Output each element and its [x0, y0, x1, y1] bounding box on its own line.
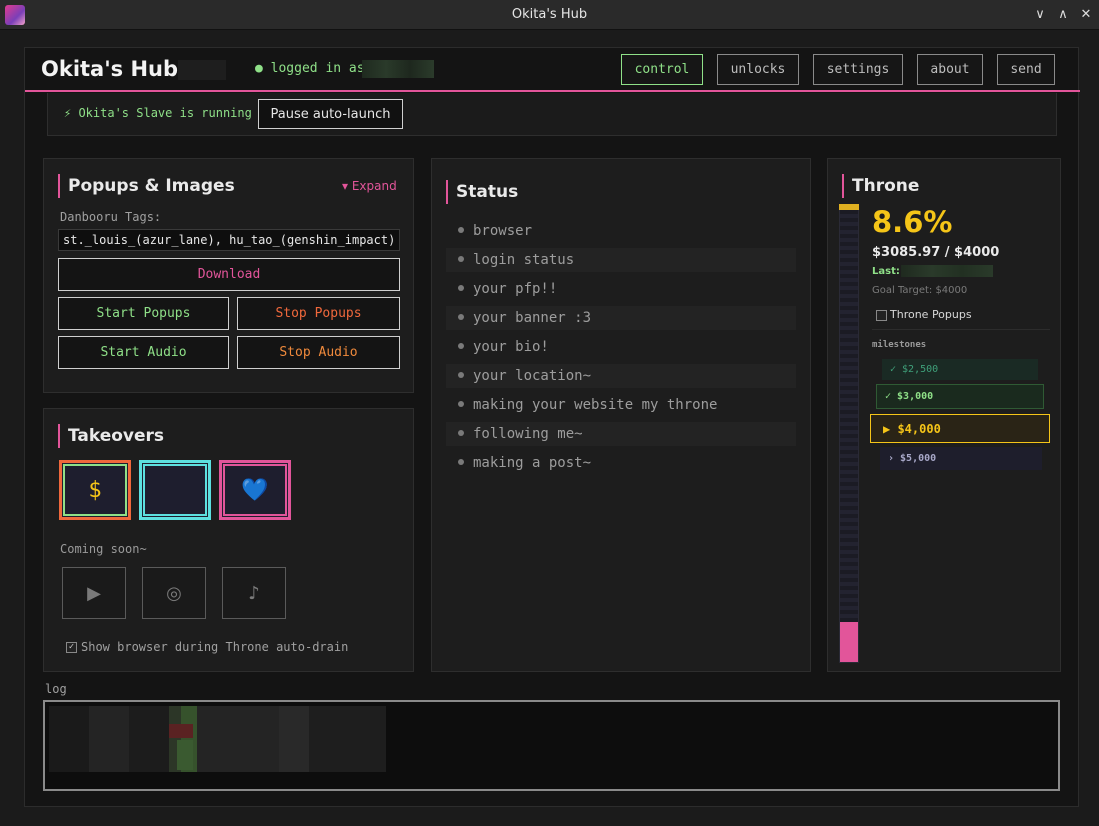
status-item-label: making a post~	[473, 455, 592, 471]
takeover-dollar-tile[interactable]: $	[59, 460, 131, 520]
close-icon[interactable]: ✕	[1077, 6, 1095, 24]
show-browser-checkbox[interactable]: ✓	[66, 642, 77, 653]
minimize-icon[interactable]: ∨	[1031, 6, 1049, 24]
play-icon: ▶	[62, 567, 126, 619]
status-item: your bio!	[446, 335, 796, 359]
milestones-title: milestones	[872, 340, 927, 350]
app-icon	[5, 5, 25, 25]
music-note-icon: ♪	[222, 567, 286, 619]
throne-popups-checkbox[interactable]	[876, 310, 887, 321]
milestone-item: ✓ $3,000	[876, 384, 1044, 409]
tags-label: Danbooru Tags:	[60, 210, 162, 224]
status-item-label: your location~	[473, 368, 592, 384]
bullet-icon	[458, 401, 464, 407]
maximize-icon[interactable]: ∧	[1054, 6, 1072, 24]
download-button[interactable]: Download	[58, 258, 400, 291]
app-header: Okita's Hub ● logged in as control unloc…	[25, 48, 1080, 92]
milestone-item: › $5,000	[880, 447, 1042, 470]
status-item-label: following me~	[473, 426, 583, 442]
redacted-username	[362, 60, 434, 78]
status-panel-title: Status	[446, 180, 518, 204]
bullet-icon	[458, 227, 464, 233]
bullet-icon	[458, 285, 464, 291]
throne-percent: 8.6%	[872, 205, 953, 239]
goal-target: Goal Target: $4000	[872, 285, 968, 296]
status-panel: Status browser login status your pfp!! your…	[431, 158, 811, 672]
status-item: browser	[446, 219, 796, 243]
redacted-log-text	[169, 724, 193, 738]
run-status-text: ⚡ Okita's Slave is running	[64, 106, 252, 120]
throne-panel: Throne 8.6% $3085.97 / $4000 Last: Goal …	[827, 158, 1061, 672]
pause-auto-launch-button[interactable]: Pause auto-launch	[258, 99, 403, 129]
divider	[872, 329, 1050, 330]
run-status-bar: ⚡ Okita's Slave is running Pause auto-la…	[47, 93, 1057, 136]
status-item-label: your bio!	[473, 339, 549, 355]
app-frame: Okita's Hub ● logged in as control unloc…	[24, 47, 1080, 807]
throne-popups-label: Throne Popups	[890, 308, 972, 321]
tab-send[interactable]: send	[997, 54, 1055, 85]
popups-panel-title: Popups & Images	[58, 174, 235, 198]
throne-progress-meter	[839, 206, 859, 663]
popups-panel: Popups & Images ▾ Expand Danbooru Tags: …	[43, 158, 414, 393]
target-icon: ◎	[142, 567, 206, 619]
status-item-label: browser	[473, 223, 533, 239]
bullet-icon	[458, 314, 464, 320]
start-popups-button[interactable]: Start Popups	[58, 297, 229, 330]
coming-soon-label: Coming soon~	[60, 542, 147, 556]
log-output[interactable]	[43, 700, 1060, 791]
tab-about[interactable]: about	[917, 54, 983, 85]
login-status: ● logged in as	[255, 61, 365, 76]
tab-control[interactable]: control	[621, 54, 703, 85]
takeovers-panel-title: Takeovers	[58, 424, 164, 448]
status-item-label: your banner :3	[473, 310, 592, 326]
brand-title: Okita's Hub	[41, 57, 179, 81]
window-title: Okita's Hub	[511, 7, 588, 22]
status-item: making your website my throne	[446, 393, 796, 417]
bullet-icon	[458, 459, 464, 465]
throne-panel-title: Throne	[842, 174, 919, 198]
bullet-icon	[458, 372, 464, 378]
tab-settings[interactable]: settings	[813, 54, 903, 85]
window-titlebar: Okita's Hub ∨ ∧ ✕	[0, 0, 1099, 30]
status-item-label: making your website my throne	[473, 397, 718, 413]
takeover-heart-tile[interactable]: 💙	[219, 460, 291, 520]
redacted-log-text	[177, 740, 193, 770]
status-item: your banner :3	[446, 306, 796, 330]
redacted-last	[901, 265, 993, 277]
bullet-icon	[458, 430, 464, 436]
tab-unlocks[interactable]: unlocks	[717, 54, 799, 85]
blue-heart-icon: 💙	[241, 477, 269, 503]
stop-audio-button[interactable]: Stop Audio	[237, 336, 400, 369]
status-item: making a post~	[446, 451, 796, 475]
redacted-block	[178, 60, 226, 80]
bullet-icon	[458, 343, 464, 349]
status-item-label: your pfp!!	[473, 281, 558, 297]
last-label: Last:	[872, 266, 900, 277]
expand-toggle[interactable]: ▾ Expand	[342, 179, 397, 193]
stop-popups-button[interactable]: Stop Popups	[237, 297, 400, 330]
status-item: login status	[446, 248, 796, 272]
meter-cap	[839, 204, 859, 210]
bullet-icon	[458, 256, 464, 262]
throne-amount: $3085.97 / $4000	[872, 245, 1000, 260]
status-item: your pfp!!	[446, 277, 796, 301]
status-item: your location~	[446, 364, 796, 388]
tags-input[interactable]	[58, 229, 400, 251]
status-item: following me~	[446, 422, 796, 446]
log-label: log	[45, 682, 67, 696]
status-item-label: login status	[473, 252, 575, 268]
takeovers-panel: Takeovers $ 💙 Coming soon~ ▶ ◎ ♪ ✓ Show …	[43, 408, 414, 672]
throne-progress-fill	[840, 622, 858, 662]
dollar-icon: $	[88, 477, 102, 503]
redacted-log-text	[49, 706, 386, 772]
milestone-item: ✓ $2,500	[882, 359, 1038, 380]
milestone-current: ▶ $4,000	[870, 414, 1050, 443]
start-audio-button[interactable]: Start Audio	[58, 336, 229, 369]
takeover-blank-tile[interactable]	[139, 460, 211, 520]
show-browser-label: Show browser during Throne auto-drain	[81, 640, 349, 654]
